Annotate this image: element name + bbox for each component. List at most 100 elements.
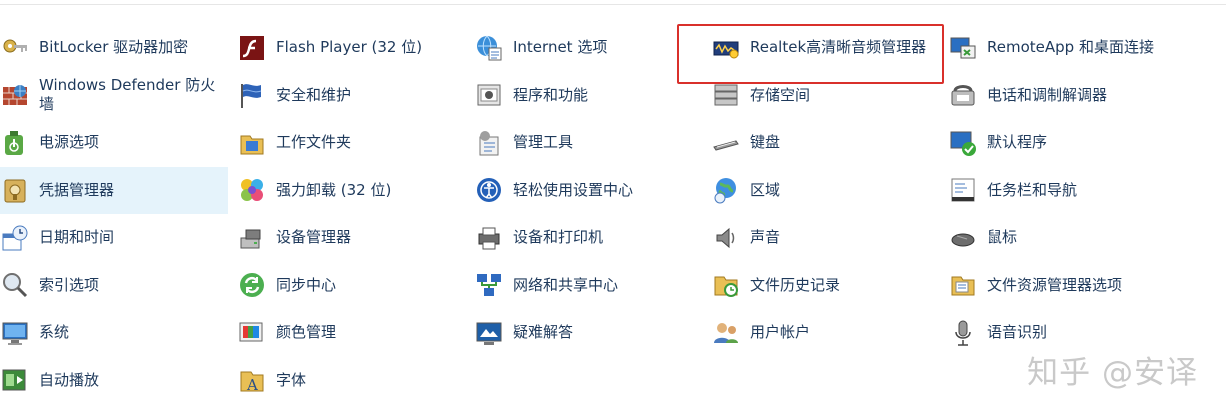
control-panel-item-label: 系统 [39,323,70,341]
control-panel-item-label: 程序和功能 [513,85,589,104]
control-panel-item-label: 字体 [276,370,307,389]
control-panel-item-flash-player[interactable]: Flash Player (32 位) [237,24,465,71]
firewall-icon [0,80,30,110]
color-management-icon [237,318,267,348]
control-panel-item-network[interactable]: 网络和共享中心 [474,262,702,309]
sync-center-icon [237,270,267,300]
explorer-options-icon [948,270,978,300]
control-panel-item-speaker[interactable]: 声音 [711,214,939,261]
control-panel-item-uninstaller[interactable]: 强力卸载 (32 位) [237,167,465,214]
control-panel-item-label: 语音识别 [987,323,1048,341]
uninstaller-icon [237,175,267,205]
fonts-icon: A [237,365,267,395]
control-panel-item-label: Internet 选项 [513,38,608,56]
storage-spaces-icon [711,80,741,110]
control-panel-item-label: 自动播放 [39,370,100,389]
default-programs-icon [948,128,978,158]
control-panel-item-color-management[interactable]: 颜色管理 [237,309,465,356]
control-panel-item-label: 强力卸载 (32 位) [276,180,392,199]
control-panel-item-printer[interactable]: 设备和打印机 [474,214,702,261]
control-panel-item-label: 管理工具 [513,133,574,151]
control-panel-item-label: 日期和时间 [39,228,115,246]
control-panel-item-label: Windows Defender 防火墙 [39,76,216,113]
control-panel-item-device-manager[interactable]: 设备管理器 [237,214,465,261]
control-panel-item-label: 用户帐户 [750,323,811,341]
control-panel-item-label: 网络和共享中心 [513,275,619,294]
indexing-icon [0,270,30,300]
control-panel-item-user-accounts[interactable]: 用户帐户 [711,309,939,356]
taskbar-icon [948,175,978,205]
control-panel-item-power-options[interactable]: 电源选项 [0,119,228,166]
autoplay-icon [0,365,30,395]
network-icon [474,270,504,300]
control-panel-item-default-programs[interactable]: 默认程序 [948,119,1176,166]
control-panel-item-label: 鼠标 [987,228,1018,246]
control-panel-item-label: 区域 [750,180,781,199]
control-panel-item-keyboard[interactable]: 键盘 [711,119,939,166]
control-panel-item-system[interactable]: 系统 [0,309,228,356]
control-panel-item-label: 轻松使用设置中心 [513,180,634,199]
flash-player-icon [237,33,267,63]
svg-text:A: A [246,376,258,394]
remoteapp-icon [948,33,978,63]
date-time-icon [0,223,30,253]
control-panel-item-troubleshooting[interactable]: 疑难解答 [474,309,702,356]
control-panel-item-taskbar[interactable]: 任务栏和导航 [948,167,1176,214]
control-panel-item-region-globe[interactable]: 区域 [711,167,939,214]
control-panel-item-label: 疑难解答 [513,323,574,341]
region-globe-icon [711,175,741,205]
control-panel-item-date-time[interactable]: 日期和时间 [0,214,228,261]
keyboard-icon [711,128,741,158]
control-panel-item-phone-modem[interactable]: 电话和调制解调器 [948,72,1176,119]
highlight-annotation-box [677,24,944,84]
ease-of-access-icon [474,175,504,205]
device-manager-icon [237,223,267,253]
control-panel-item-sync-center[interactable]: 同步中心 [237,262,465,309]
control-panel-item-programs-features[interactable]: 程序和功能 [474,72,702,119]
microphone-icon [948,318,978,348]
bitlocker-key-icon [0,33,30,63]
control-panel-item-label: 文件历史记录 [750,275,841,294]
control-panel-item-label: 安全和维护 [276,85,352,104]
control-panel-item-label: 设备和打印机 [513,228,604,246]
control-panel-item-explorer-options[interactable]: 文件资源管理器选项 [948,262,1176,309]
control-panel-item-fonts[interactable]: A 字体 [237,357,465,404]
security-flag-icon [237,80,267,110]
control-panel-item-remoteapp[interactable]: RemoteApp 和桌面连接 [948,24,1176,71]
credential-manager-icon [0,175,30,205]
control-panel-item-label: 同步中心 [276,275,337,294]
user-accounts-icon [711,318,741,348]
control-panel-item-firewall[interactable]: Windows Defender 防火墙 [0,72,228,119]
top-divider [0,4,1226,5]
control-panel-item-label: 默认程序 [987,133,1048,151]
control-panel-item-label: 设备管理器 [276,228,352,246]
control-panel-item-label: 颜色管理 [276,323,337,341]
work-folders-icon [237,128,267,158]
control-panel-item-label: 键盘 [750,133,781,151]
control-panel-item-autoplay[interactable]: 自动播放 [0,357,228,404]
control-panel-item-internet-options[interactable]: Internet 选项 [474,24,702,71]
control-panel-item-label: 文件资源管理器选项 [987,275,1123,294]
power-options-icon [0,128,30,158]
control-panel-item-label: 索引选项 [39,275,100,294]
phone-modem-icon [948,80,978,110]
control-panel-item-ease-of-access[interactable]: 轻松使用设置中心 [474,167,702,214]
control-panel-item-security-flag[interactable]: 安全和维护 [237,72,465,119]
control-panel-item-label: 电源选项 [39,133,100,151]
control-panel-item-file-history[interactable]: 文件历史记录 [711,262,939,309]
control-panel-item-bitlocker-key[interactable]: BitLocker 驱动器加密 [0,24,228,71]
control-panel-item-credential-manager[interactable]: 凭据管理器 [0,166,228,214]
control-panel-item-label: RemoteApp 和桌面连接 [987,38,1154,56]
mouse-icon [948,223,978,253]
control-panel-item-label: 电话和调制解调器 [987,85,1108,104]
control-panel-item-indexing[interactable]: 索引选项 [0,262,228,309]
control-panel-item-label: 任务栏和导航 [987,180,1078,199]
control-panel-item-label: Flash Player (32 位) [276,38,423,56]
control-panel-item-label: 声音 [750,228,781,246]
control-panel-item-work-folders[interactable]: 工作文件夹 [237,119,465,166]
control-panel-item-admin-tools[interactable]: 管理工具 [474,119,702,166]
control-panel-item-label: BitLocker 驱动器加密 [39,38,189,56]
programs-features-icon [474,80,504,110]
control-panel-item-mouse[interactable]: 鼠标 [948,214,1176,261]
admin-tools-icon [474,128,504,158]
